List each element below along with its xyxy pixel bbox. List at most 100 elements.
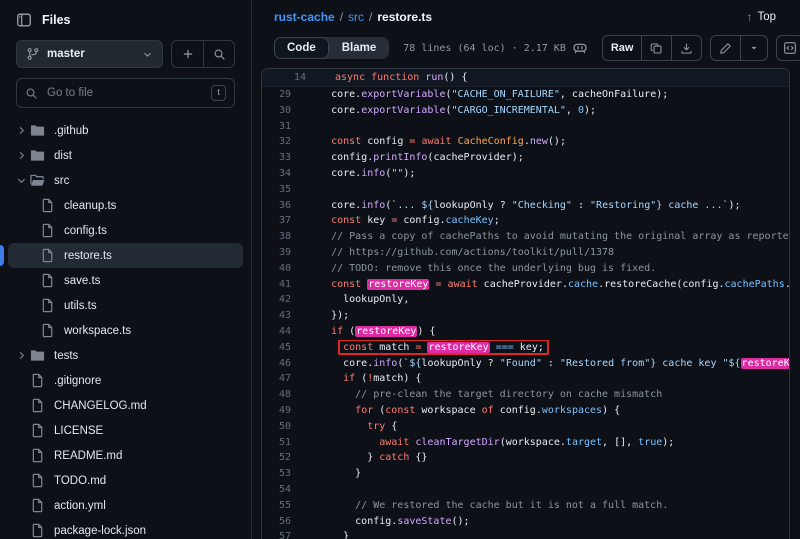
tree-item-utils.ts[interactable]: utils.ts [8,293,243,318]
breadcrumb-dir-link[interactable]: src [348,10,364,24]
code-line-49: 49 for (const workspace of config.worksp… [262,403,789,419]
line-number[interactable]: 56 [262,514,291,530]
file-icon [40,273,56,288]
code-viewer[interactable]: 14 async function run() { 29 core.export… [261,68,790,539]
file-explorer-sidebar: Files master t .githubdistsrccleanup.tsc… [0,0,252,539]
shortcut-key-badge: t [211,85,226,101]
tree-item-cleanup.ts[interactable]: cleanup.ts [8,193,243,218]
line-number[interactable]: 41 [262,277,291,293]
breadcrumb-repo-link[interactable]: rust-cache [274,10,335,24]
code-line-48: 48 // pre-clean the target directory on … [262,387,789,403]
line-number[interactable]: 51 [262,435,291,451]
line-number: 14 [262,72,306,83]
line-number[interactable]: 45 [262,340,291,356]
tree-item-label: package-lock.json [54,525,146,537]
file-icon [30,423,46,438]
raw-actions-group: Raw [602,35,703,61]
tree-item-workspace.ts[interactable]: workspace.ts [8,318,243,343]
line-number[interactable]: 29 [262,87,291,103]
tree-item-config.ts[interactable]: config.ts [8,218,243,243]
line-number[interactable]: 38 [262,229,291,245]
line-number[interactable]: 32 [262,134,291,150]
copy-raw-button[interactable] [641,36,671,60]
line-number[interactable]: 30 [262,103,291,119]
line-number[interactable]: 47 [262,371,291,387]
line-number[interactable]: 52 [262,450,291,466]
line-number[interactable]: 48 [262,387,291,403]
code-line-32: 32 const config = await CacheConfig.new(… [262,134,789,150]
new-file-button[interactable] [172,41,203,67]
code-line-54: 54 [262,482,789,498]
branch-selector[interactable]: master [16,40,163,68]
tree-item-src[interactable]: src [8,168,243,193]
tab-blame[interactable]: Blame [329,37,390,59]
code-line-29: 29 core.exportVariable("CACHE_ON_FAILURE… [262,87,789,103]
tree-item-CHANGELOG.md[interactable]: CHANGELOG.md [8,393,243,418]
tree-item-README.md[interactable]: README.md [8,443,243,468]
raw-button[interactable]: Raw [603,36,642,60]
go-to-file-input[interactable] [45,86,204,100]
line-number[interactable]: 53 [262,466,291,482]
line-code: const key = config.cacheKey; [291,213,789,229]
line-number[interactable]: 31 [262,119,291,135]
copilot-button[interactable] [566,35,594,61]
line-number[interactable]: 35 [262,182,291,198]
line-number[interactable]: 54 [262,482,291,498]
arrow-up-icon: ↑ [746,10,752,24]
line-number[interactable]: 37 [262,213,291,229]
edit-dropdown-button[interactable] [740,36,767,60]
line-number[interactable]: 50 [262,419,291,435]
symbols-panel-button[interactable] [776,35,800,61]
tree-item-action.yml[interactable]: action.yml [8,493,243,518]
copilot-icon [572,40,588,56]
download-button[interactable] [671,36,701,60]
line-number[interactable]: 42 [262,292,291,308]
line-number[interactable]: 46 [262,356,291,372]
line-number[interactable]: 44 [262,324,291,340]
line-number[interactable]: 55 [262,498,291,514]
line-number[interactable]: 57 [262,529,291,539]
tree-item-save.ts[interactable]: save.ts [8,268,243,293]
tree-item-.gitignore[interactable]: .gitignore [8,368,243,393]
search-tree-button[interactable] [203,41,234,67]
code-line-38: 38 // Pass a copy of cachePaths to avoid… [262,229,789,245]
collapse-sidebar-button[interactable] [16,12,32,28]
download-icon [680,42,693,55]
folder-icon [30,348,46,363]
file-icon [40,248,56,263]
tree-item-LICENSE[interactable]: LICENSE [8,418,243,443]
tree-item-restore.ts[interactable]: restore.ts [8,243,243,268]
tab-code[interactable]: Code [274,37,329,59]
line-number[interactable]: 43 [262,308,291,324]
line-number[interactable]: 40 [262,261,291,277]
file-icon [40,298,56,313]
tree-item-package-lock.json[interactable]: package-lock.json [8,518,243,539]
line-code: // https://github.com/actions/toolkit/pu… [291,245,789,261]
back-to-top-link[interactable]: ↑ Top [746,10,776,24]
line-code: // pre-clean the target directory on cac… [291,387,789,403]
line-number[interactable]: 36 [262,198,291,214]
chevron-down-icon [12,175,30,186]
tree-item-label: LICENSE [54,425,103,437]
edit-file-button[interactable] [711,36,740,60]
line-number[interactable]: 39 [262,245,291,261]
line-number[interactable]: 33 [262,150,291,166]
line-code: try { [291,419,789,435]
code-line-37: 37 const key = config.cacheKey; [262,213,789,229]
line-number[interactable]: 34 [262,166,291,182]
file-icon [30,448,46,463]
chevron-right-icon [12,150,30,161]
line-number[interactable]: 49 [262,403,291,419]
tree-item-TODO.md[interactable]: TODO.md [8,468,243,493]
file-icon [40,223,56,238]
line-code: // Pass a copy of cachePaths to avoid mu… [291,229,789,245]
tree-item-dist[interactable]: dist [8,143,243,168]
tree-item-tests[interactable]: tests [8,343,243,368]
pencil-icon [719,42,732,55]
tree-item-label: tests [54,350,78,362]
tree-item-.github[interactable]: .github [8,118,243,143]
sticky-context-line[interactable]: 14 async function run() { [262,69,789,87]
code-line-46: 46 core.info(`${lookupOnly ? "Found" : "… [262,356,789,372]
code-line-30: 30 core.exportVariable("CARGO_INCREMENTA… [262,103,789,119]
line-code: core.info(""); [291,166,789,182]
